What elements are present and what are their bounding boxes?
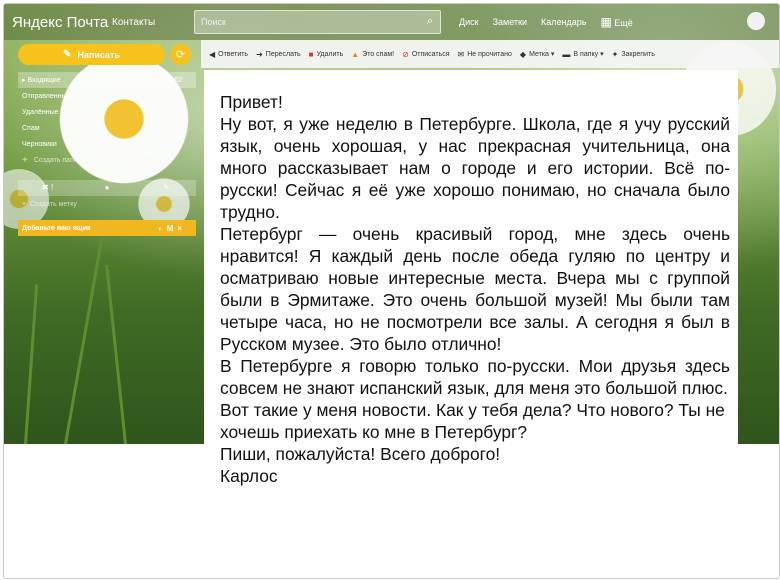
search-icon[interactable]: ⌕ <box>427 15 433 28</box>
disk-link[interactable]: Диск <box>459 17 479 27</box>
reply-button[interactable]: ◀ Ответить <box>209 50 248 59</box>
tag-icon: ◆ <box>519 49 527 59</box>
mailbox-provider-icons: ◐M× <box>157 223 186 233</box>
unsubscribe-icon: ⊘ <box>402 49 409 59</box>
tag-button[interactable]: ◆ Метка ▾ <box>520 50 555 59</box>
pencil-icon: ✎ <box>63 49 72 60</box>
folder-icon: ▬ <box>562 49 571 59</box>
folder-list: ▸ Входящие 1962 Отправленные Удалённые С… <box>18 72 196 168</box>
pin-button[interactable]: ✦ Закрепить <box>612 50 655 59</box>
spam-button[interactable]: ▲ Это спам! <box>351 50 394 59</box>
greeting: Привет! <box>220 92 283 112</box>
letter-text: Привет! Ну вот, я уже неделю в Петербург… <box>220 91 730 487</box>
message-body: Привет! Ну вот, я уже неделю в Петербург… <box>204 70 738 570</box>
forward-button[interactable]: ➜ Переслать <box>256 50 301 59</box>
pin-icon: ✦ <box>611 49 619 59</box>
spam-icon: ▲ <box>351 49 360 59</box>
sidebar: ✎ Написать ⟳ ▸ Входящие 1962 Отправленны… <box>4 40 201 444</box>
top-bar: Яндекс Почта Контакты ⌕ Диск Заметки Кал… <box>4 4 779 40</box>
trash-icon: ■ <box>308 49 314 59</box>
mail-window: Яндекс Почта Контакты ⌕ Диск Заметки Кал… <box>3 3 780 579</box>
yandex-mail-logo[interactable]: Яндекс Почта <box>12 14 112 31</box>
contacts-link[interactable]: Контакты <box>112 17 182 28</box>
compose-button[interactable]: ✎ Написать <box>18 44 165 65</box>
filter-unread-icon[interactable]: ● <box>77 180 136 196</box>
folder-inbox[interactable]: ▸ Входящие 1962 <box>18 72 196 88</box>
folder-drafts[interactable]: Черновики <box>18 136 196 152</box>
refresh-button[interactable]: ⟳ <box>170 44 191 65</box>
unsubscribe-button[interactable]: ⊘ Отписаться <box>402 50 449 59</box>
refresh-icon: ⟳ <box>175 49 186 61</box>
more-link[interactable]: ▦ Ещё <box>600 15 632 29</box>
search-box[interactable]: ⌕ <box>194 10 441 34</box>
folder-deleted[interactable]: Удалённые <box>18 104 196 120</box>
letter-paragraph: В Петербурге я говорю только по-русски. … <box>220 356 730 398</box>
letter-paragraph: Ну вот, я уже неделю в Петербурге. Школа… <box>220 114 730 222</box>
message-toolbar: ◀ Ответить ➜ Переслать ■ Удалить ▲ Это спам!… <box>201 40 779 68</box>
letter-paragraph: Вот такие у меня новости. Как у тебя дел… <box>220 400 725 442</box>
filter-attachments-icon[interactable]: ✎ <box>137 180 196 196</box>
letter-paragraph: Петербург — очень красивый город, мне зд… <box>220 224 730 354</box>
avatar[interactable] <box>747 12 765 30</box>
add-mailbox-banner[interactable]: Добавьте ваш ящик ◐M× <box>18 220 196 236</box>
plus-icon: + <box>22 154 28 166</box>
calendar-link[interactable]: Календарь <box>541 17 586 27</box>
move-to-folder-button[interactable]: ▬ В папку ▾ <box>562 50 603 59</box>
filter-important-icon[interactable]: ✖ ! <box>18 180 77 196</box>
quick-filters: ✖ ! ● ✎ <box>18 180 196 196</box>
service-links: Диск Заметки Календарь ▦ Ещё <box>459 15 633 29</box>
folder-spam[interactable]: Спам <box>18 120 196 136</box>
mark-unread-button[interactable]: ✉ Не прочитано <box>458 50 512 59</box>
closing: Пиши, пожалуйста! Всего доброго! <box>220 444 501 464</box>
create-folder-link[interactable]: + Создать папку <box>18 152 196 168</box>
reply-icon: ◀ <box>209 49 216 59</box>
forward-icon: ➜ <box>256 49 263 59</box>
signature: Карлос <box>220 466 278 486</box>
search-input[interactable] <box>195 16 413 28</box>
folder-sent[interactable]: Отправленные <box>18 88 196 104</box>
delete-button[interactable]: ■ Удалить <box>309 50 344 59</box>
grid-icon: ▦ <box>600 15 612 29</box>
notes-link[interactable]: Заметки <box>493 17 527 27</box>
unread-icon: ✉ <box>457 49 465 59</box>
unread-count: 1962 <box>166 76 182 84</box>
create-label-link[interactable]: + Создать метку <box>22 201 77 208</box>
